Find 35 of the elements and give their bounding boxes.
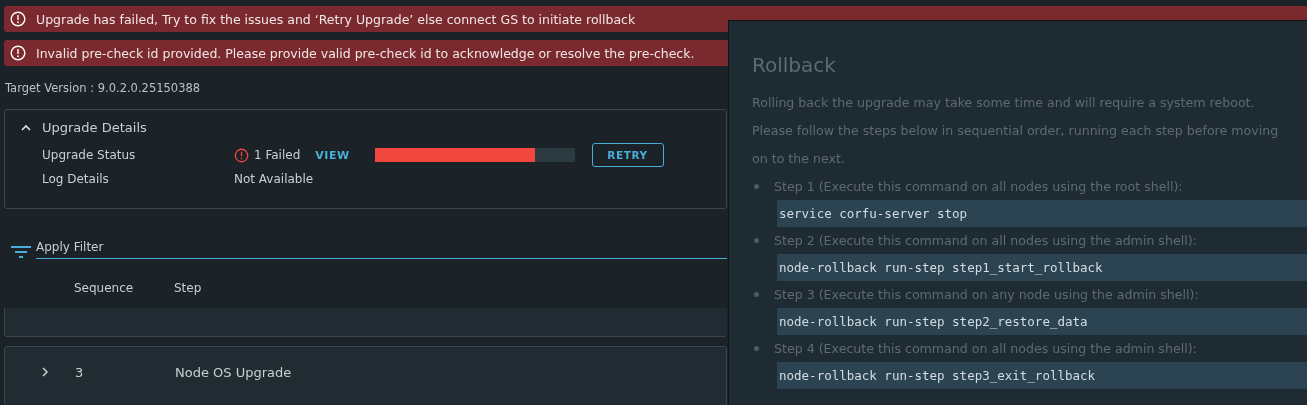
error-icon	[10, 11, 26, 27]
table-row[interactable]: 3 Node OS Upgrade	[4, 346, 727, 405]
field-label: Upgrade Status	[41, 148, 137, 162]
step-text: Step 4 (Execute this command on all nodes using the admin shell):	[774, 341, 1197, 356]
column-header: Sequence	[74, 281, 135, 295]
step-text: Step 2 (Execute this command on all nodes using the admin shell):	[774, 233, 1197, 248]
filter-icon	[10, 245, 32, 259]
column-header: Step	[174, 281, 202, 295]
bullet-icon	[754, 292, 759, 297]
command-code: node-rollback run-step step3_exit_rollback	[777, 362, 1307, 389]
bullet-icon	[754, 238, 759, 243]
retry-button[interactable]: RETRY	[591, 143, 664, 167]
error-icon	[234, 147, 249, 163]
section-title: Upgrade Details	[42, 120, 147, 135]
step-text: Step 3 (Execute this command on any node using the admin shell):	[774, 287, 1199, 302]
alert-message: Invalid pre-check id provided. Please provide valid pre-check id to acknowledge or resolve the pre-check.	[36, 45, 695, 61]
intro-text: Rolling back the upgrade may take some time and will require a system reboot. Please follow the steps below in sequential order, running each step before moving on to the next.	[752, 94, 1280, 168]
field-value: Not Available	[234, 172, 314, 186]
chevron-icon[interactable]	[39, 366, 51, 378]
target-version: Target Version : 9.0.2.0.25150388	[4, 80, 202, 97]
status-text: 1 Failed	[254, 148, 301, 162]
table-cell: Node OS Upgrade	[175, 364, 292, 380]
error-icon	[10, 45, 26, 61]
command-code: node-rollback run-step step1_start_rollback	[777, 254, 1307, 281]
view-link[interactable]: VIEW	[315, 148, 350, 162]
command-code: service corfu-server stop	[777, 200, 1307, 227]
panel-title: Rollback	[752, 53, 837, 77]
step-text: Step 1 (Execute this command on all nodes using the root shell):	[774, 179, 1183, 194]
command-code: node-rollback run-step step2_restore_data	[777, 308, 1307, 335]
field-label: Log Details	[41, 172, 110, 186]
bullet-icon	[754, 346, 759, 351]
table-cell-text: 3	[75, 364, 85, 380]
alert-message: Upgrade has failed, Try to fix the issues and ‘Retry Upgrade’ else connect GS to initiate rollback	[36, 11, 636, 27]
filter-field[interactable]: Apply Filter	[36, 236, 727, 259]
bullet-icon	[754, 184, 759, 189]
